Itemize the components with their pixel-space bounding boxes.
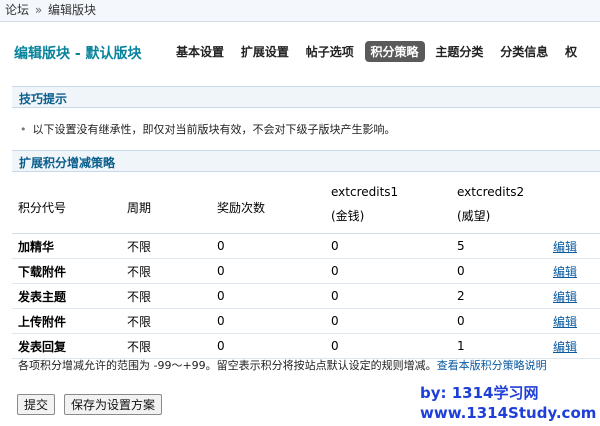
policy-heading: 扩展积分增减策略	[19, 156, 116, 170]
page-header: 编辑版块 - 默认版块 基本设置 扩展设置 帖子选项 积分策略 主题分类 分类信…	[0, 23, 600, 73]
header-extcredits2: extcredits2 (威望)	[451, 180, 547, 234]
credit-policy-table: 积分代号 周期 奖励次数 extcredits1 (金钱) extcredits2…	[12, 180, 600, 359]
breadcrumb-current: 编辑版块	[48, 3, 97, 17]
header-period: 周期	[121, 180, 211, 234]
row-name: 下载附件	[12, 258, 121, 284]
row-name: 加精华	[12, 233, 121, 259]
row-period: 不限	[121, 283, 211, 309]
tips-heading: 技巧提示	[19, 92, 68, 106]
page-title: 编辑版块 - 默认版块	[14, 46, 142, 62]
row-credit1: 0	[325, 308, 451, 334]
tip-item: • 以下设置没有继承性，即仅对当前版块有效，不会对下级子版块产生影响。	[20, 121, 396, 137]
tab-topic-categories[interactable]: 主题分类	[429, 41, 489, 62]
breadcrumb-separator: »	[34, 3, 43, 17]
tab-permissions[interactable]: 权	[559, 41, 583, 62]
tab-post-options[interactable]: 帖子选项	[300, 41, 360, 62]
table-row: 下载附件 不限 0 0 0 编辑	[12, 258, 600, 284]
header-extcredits1: extcredits1 (金钱)	[325, 180, 451, 234]
table-row: 发表主题 不限 0 0 2 编辑	[12, 283, 600, 309]
submit-button[interactable]: 提交	[17, 394, 56, 415]
bullet-icon: •	[20, 123, 27, 136]
policy-section-header: 扩展积分增减策略	[12, 150, 600, 172]
header-actions	[547, 180, 600, 234]
row-period: 不限	[121, 233, 211, 259]
policy-help-link[interactable]: 查看本版积分策略说明	[437, 359, 547, 372]
row-name: 发表主题	[12, 283, 121, 309]
tips-section-header: 技巧提示	[12, 86, 600, 108]
row-credit1: 0	[325, 283, 451, 309]
breadcrumb: 论坛 » 编辑版块	[0, 0, 600, 22]
watermark: by: 1314学习网 www.1314Study.com	[420, 383, 596, 423]
edit-link[interactable]: 编辑	[553, 290, 577, 304]
row-credit2: 0	[451, 308, 547, 334]
row-credit1: 0	[325, 258, 451, 284]
watermark-line1: by: 1314学习网	[420, 384, 539, 402]
row-credit2: 1	[451, 333, 547, 359]
row-credit1: 0	[325, 333, 451, 359]
row-reward: 0	[211, 333, 325, 359]
row-period: 不限	[121, 308, 211, 334]
range-note-text: 各项积分增减允许的范围为 -99～+99。留空表示积分将按站点默认设定的规则增减…	[18, 359, 437, 372]
table-row: 上传附件 不限 0 0 0 编辑	[12, 308, 600, 334]
row-reward: 0	[211, 233, 325, 259]
watermark-line2: www.1314Study.com	[420, 404, 597, 422]
row-period: 不限	[121, 333, 211, 359]
row-period: 不限	[121, 258, 211, 284]
edit-link[interactable]: 编辑	[553, 315, 577, 329]
header-credit-code: 积分代号	[12, 180, 121, 234]
tab-category-info[interactable]: 分类信息	[494, 41, 554, 62]
range-note: 各项积分增减允许的范围为 -99～+99。留空表示积分将按站点默认设定的规则增减…	[18, 357, 547, 373]
table-row: 加精华 不限 0 0 5 编辑	[12, 233, 600, 259]
tip-text: 以下设置没有继承性，即仅对当前版块有效，不会对下级子版块产生影响。	[32, 123, 396, 136]
row-credit2: 2	[451, 283, 547, 309]
row-reward: 0	[211, 308, 325, 334]
row-name: 上传附件	[12, 308, 121, 334]
row-credit2: 0	[451, 258, 547, 284]
tab-basic-settings[interactable]: 基本设置	[170, 41, 230, 62]
row-reward: 0	[211, 283, 325, 309]
table-header-row: 积分代号 周期 奖励次数 extcredits1 (金钱) extcredits2…	[12, 180, 600, 234]
edit-link[interactable]: 编辑	[553, 240, 577, 254]
row-name: 发表回复	[12, 333, 121, 359]
tab-bar: 基本设置 扩展设置 帖子选项 积分策略 主题分类 分类信息 权	[170, 41, 584, 62]
edit-link[interactable]: 编辑	[553, 340, 577, 354]
breadcrumb-home[interactable]: 论坛	[5, 3, 29, 17]
edit-link[interactable]: 编辑	[553, 265, 577, 279]
row-credit1: 0	[325, 233, 451, 259]
row-reward: 0	[211, 258, 325, 284]
table-row: 发表回复 不限 0 0 1 编辑	[12, 333, 600, 359]
save-scheme-button[interactable]: 保存为设置方案	[64, 394, 163, 415]
tab-credit-policy[interactable]: 积分策略	[364, 41, 425, 62]
row-credit2: 5	[451, 233, 547, 259]
header-reward-count: 奖励次数	[211, 180, 325, 234]
tab-extended-settings[interactable]: 扩展设置	[235, 41, 295, 62]
